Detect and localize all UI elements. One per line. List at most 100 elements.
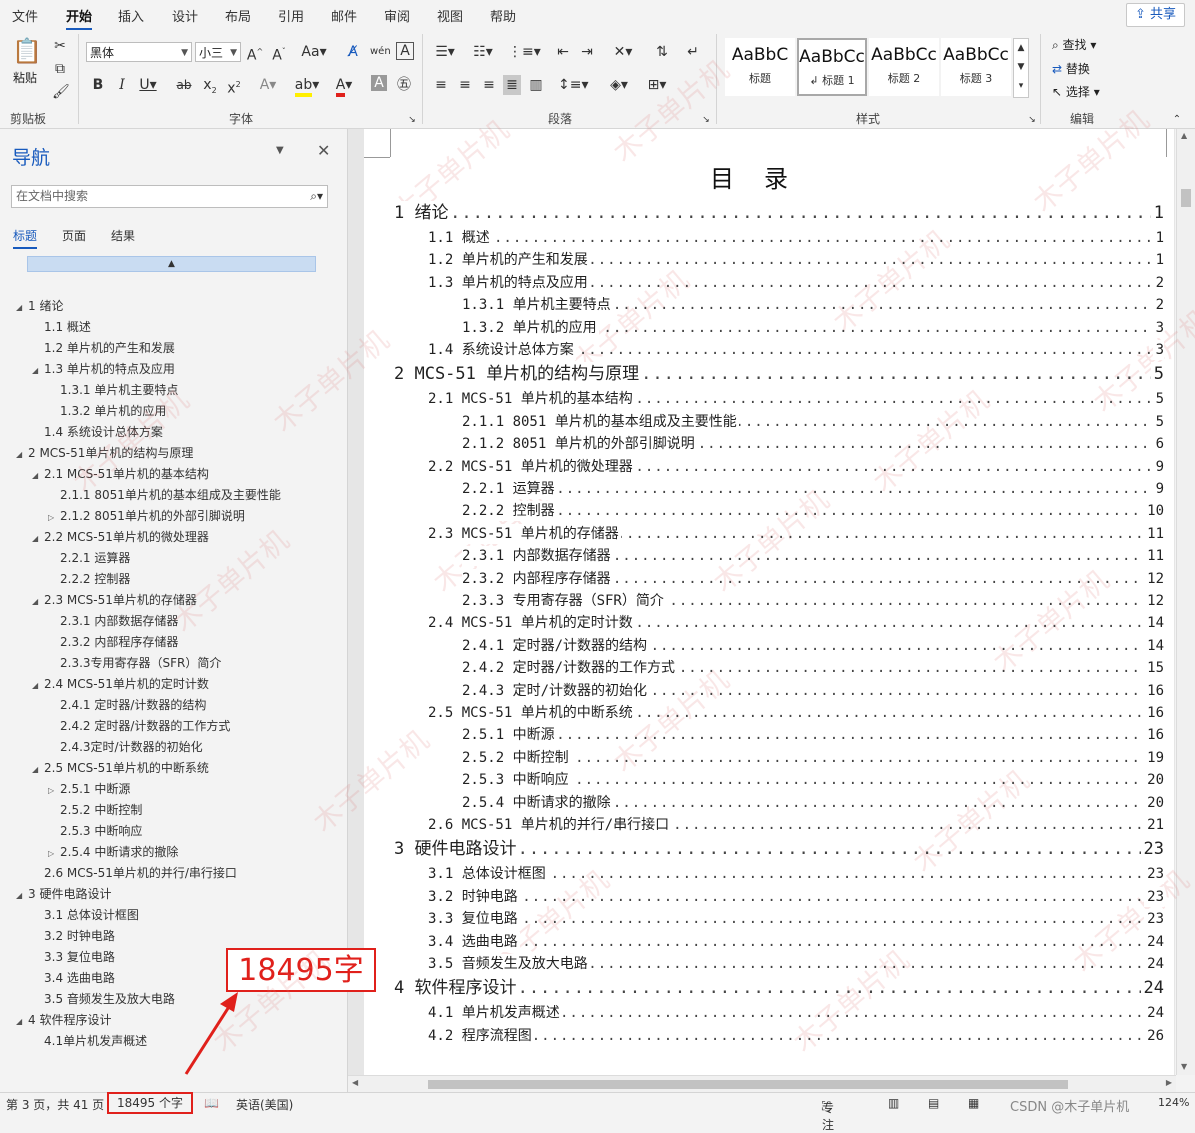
web-layout-icon[interactable]: ▦ (968, 1096, 979, 1110)
paste-icon[interactable]: 📋 (12, 36, 42, 66)
collapse-icon[interactable]: ◢ (32, 362, 44, 380)
collapse-icon[interactable]: ◢ (32, 677, 44, 695)
nav-heading-item[interactable]: 2.4.3定时/计数器的初始化 (48, 738, 203, 756)
toc-entry[interactable]: 2 MCS-51 单片机的结构与原理......................… (394, 362, 1164, 387)
font-size-select[interactable]: 小三 ▼ (195, 42, 241, 62)
print-layout-icon[interactable]: ▤ (928, 1096, 939, 1110)
tab-view[interactable]: 视图 (437, 6, 463, 25)
nav-heading-item[interactable]: 2.2.2 控制器 (48, 570, 130, 588)
document-page[interactable]: 目录 1 绪论.................................… (364, 129, 1174, 1075)
nav-heading-item[interactable]: 4.1单片机发声概述 (32, 1032, 147, 1050)
toc-entry[interactable]: 2.4.1 定时器/计数器的结构........................… (462, 635, 1164, 656)
nav-heading-item[interactable]: 2.3.2 内部程序存储器 (48, 633, 178, 651)
toc-entry[interactable]: 2.1.1 8051 单片机的基本组成及主要性能................… (462, 411, 1164, 432)
nav-heading-item[interactable]: ▷ 2.5.4 中断请求的撤除 (48, 843, 178, 861)
align-left-icon[interactable]: ≡ (432, 75, 450, 95)
scroll-thumb[interactable] (428, 1080, 1068, 1089)
nav-heading-item[interactable]: ◢ 4 软件程序设计 (16, 1011, 111, 1029)
nav-heading-item[interactable]: 3.1 总体设计框图 (32, 906, 139, 924)
toc-entry[interactable]: 4.2 程序流程图...............................… (428, 1025, 1164, 1046)
collapse-icon[interactable]: ◢ (16, 1013, 28, 1031)
nav-tab-results[interactable]: 结果 (111, 227, 135, 244)
collapse-icon[interactable]: ◢ (16, 299, 28, 317)
nav-heading-item[interactable]: ◢ 2.3 MCS-51单片机的存储器 (32, 591, 197, 609)
justify-icon[interactable]: ≣ (503, 75, 521, 95)
toc-entry[interactable]: 2.1.2 8051 单片机的外部引脚说明...................… (462, 434, 1164, 455)
toc-entry[interactable]: 2.5.3 中断响应..............................… (462, 770, 1164, 791)
nav-heading-item[interactable]: ◢ 2.4 MCS-51单片机的定时计数 (32, 675, 209, 693)
nav-heading-item[interactable]: ▷ 2.1.2 8051单片机的外部引脚说明 (48, 507, 245, 525)
toc-entry[interactable]: 1.3 单片机的特点及应用...........................… (428, 272, 1164, 293)
bold-icon[interactable]: B (90, 75, 106, 95)
tab-references[interactable]: 引用 (278, 6, 304, 25)
nav-options-icon[interactable]: ▼ (276, 145, 284, 156)
align-right-icon[interactable]: ≡ (480, 75, 498, 95)
nav-heading-item[interactable]: 1.2 单片机的产生和发展 (32, 339, 175, 357)
toc-entry[interactable]: 3.2 时钟电路................................… (428, 886, 1164, 907)
share-button[interactable]: ⇪ 共享 (1125, 3, 1185, 27)
page-count[interactable]: 第 3 页，共 41 页 (6, 1096, 104, 1113)
collapse-icon[interactable]: ◢ (32, 761, 44, 779)
font-family-select[interactable]: 黑体 ▼ (86, 42, 192, 62)
style-heading-1[interactable]: AaBbCc ↲ 标题 1 (797, 38, 867, 96)
nav-heading-item[interactable]: 1.3.1 单片机主要特点 (48, 381, 178, 399)
toc-entry[interactable]: 2.2.1 运算器...............................… (462, 479, 1164, 499)
paste-button[interactable]: 粘贴 (13, 69, 37, 86)
character-shading-icon[interactable]: A (371, 75, 387, 91)
character-border-icon[interactable]: A (396, 42, 414, 60)
nav-heading-item[interactable]: 1.3.2 单片机的应用 (48, 402, 166, 420)
tab-layout[interactable]: 布局 (225, 6, 251, 25)
replace-button[interactable]: ⇄ 替换 (1052, 60, 1090, 77)
find-button[interactable]: ⌕ 查找 ▾ (1052, 36, 1096, 53)
toc-entry[interactable]: 1.3.1 单片机主要特点...........................… (462, 295, 1164, 316)
nav-tab-pages[interactable]: 页面 (62, 227, 86, 244)
clear-format-icon[interactable]: A̸ (344, 42, 362, 62)
style-heading-3[interactable]: AaBbCc 标题 3 (941, 38, 1011, 96)
change-case-icon[interactable]: Aa▾ (300, 42, 328, 62)
font-color-icon[interactable]: A▾ (331, 75, 357, 97)
toc-entry[interactable]: 2.3.3 专用寄存器（SFR）简介......................… (462, 591, 1164, 611)
toc-entry[interactable]: 2.3 MCS-51 单片机的存储器......................… (428, 523, 1164, 544)
scroll-right-icon[interactable]: ▶ (1166, 1078, 1172, 1087)
collapse-icon[interactable]: ◢ (32, 530, 44, 548)
copy-icon[interactable]: ⧉ (52, 59, 68, 79)
nav-heading-item[interactable]: 3.5 音频发生及放大电路 (32, 990, 175, 1008)
toc-entry[interactable]: 2.3.2 内部程序存储器...........................… (462, 568, 1164, 589)
collapse-icon[interactable]: ◢ (16, 887, 28, 905)
nav-heading-item[interactable]: ◢ 2 MCS-51单片机的结构与原理 (16, 444, 193, 462)
collapse-ribbon-icon[interactable]: ⌃ (1170, 110, 1184, 130)
style-title[interactable]: AaBbC 标题 (725, 38, 795, 96)
toc-entry[interactable]: 2.2.2 控制器...............................… (462, 501, 1164, 522)
tab-help[interactable]: 帮助 (490, 6, 516, 25)
tab-mailings[interactable]: 邮件 (331, 6, 357, 25)
tab-home[interactable]: 开始 (66, 6, 93, 31)
tab-review[interactable]: 审阅 (384, 6, 410, 25)
nav-heading-item[interactable]: ◢ 1.3 单片机的特点及应用 (32, 360, 175, 378)
styles-scroll-icon[interactable]: ▲ ▼ ▾ (1013, 38, 1029, 98)
close-icon[interactable]: ✕ (317, 141, 330, 160)
style-heading-2[interactable]: AaBbCc 标题 2 (869, 38, 939, 96)
nav-heading-item[interactable]: 1.1 概述 (32, 318, 91, 336)
toc-entry[interactable]: 2.2 MCS-51 单片机的微处理器.....................… (428, 456, 1164, 477)
underline-icon[interactable]: U▾ (137, 75, 159, 95)
multilevel-list-icon[interactable]: ⋮≡▾ (508, 42, 541, 62)
proofing-icon[interactable]: 📖 (204, 1096, 219, 1110)
styles-dialog-launcher-icon[interactable]: ↘ (1026, 110, 1038, 130)
text-effects-icon[interactable]: A▾ (255, 75, 281, 95)
strikethrough-icon[interactable]: ab (173, 75, 195, 95)
nav-heading-item[interactable]: 3.4 选曲电路 (32, 969, 115, 987)
phonetic-guide-icon[interactable]: wén (370, 42, 391, 62)
search-icon[interactable]: ⌕▾ (310, 186, 323, 207)
nav-heading-item[interactable]: 3.2 时钟电路 (32, 927, 115, 945)
bullets-icon[interactable]: ☰▾ (430, 42, 460, 62)
asian-layout-icon[interactable]: ✕▾ (608, 42, 638, 62)
toc-entry[interactable]: 1 绪论....................................… (394, 201, 1164, 225)
toc-entry[interactable]: 4 软件程序设计................................… (394, 976, 1164, 1001)
font-dialog-launcher-icon[interactable]: ↘ (406, 110, 418, 130)
cut-icon[interactable]: ✂ (52, 36, 68, 56)
nav-heading-item[interactable]: 2.5.2 中断控制 (48, 801, 142, 819)
nav-heading-item[interactable]: 2.4.2 定时器/计数器的工作方式 (48, 717, 230, 735)
word-count[interactable]: 18495 个字 (107, 1092, 193, 1114)
toc-entry[interactable]: 2.1 MCS-51 单片机的基本结构.....................… (428, 389, 1164, 410)
scroll-down-icon[interactable]: ▼ (1181, 1062, 1187, 1071)
